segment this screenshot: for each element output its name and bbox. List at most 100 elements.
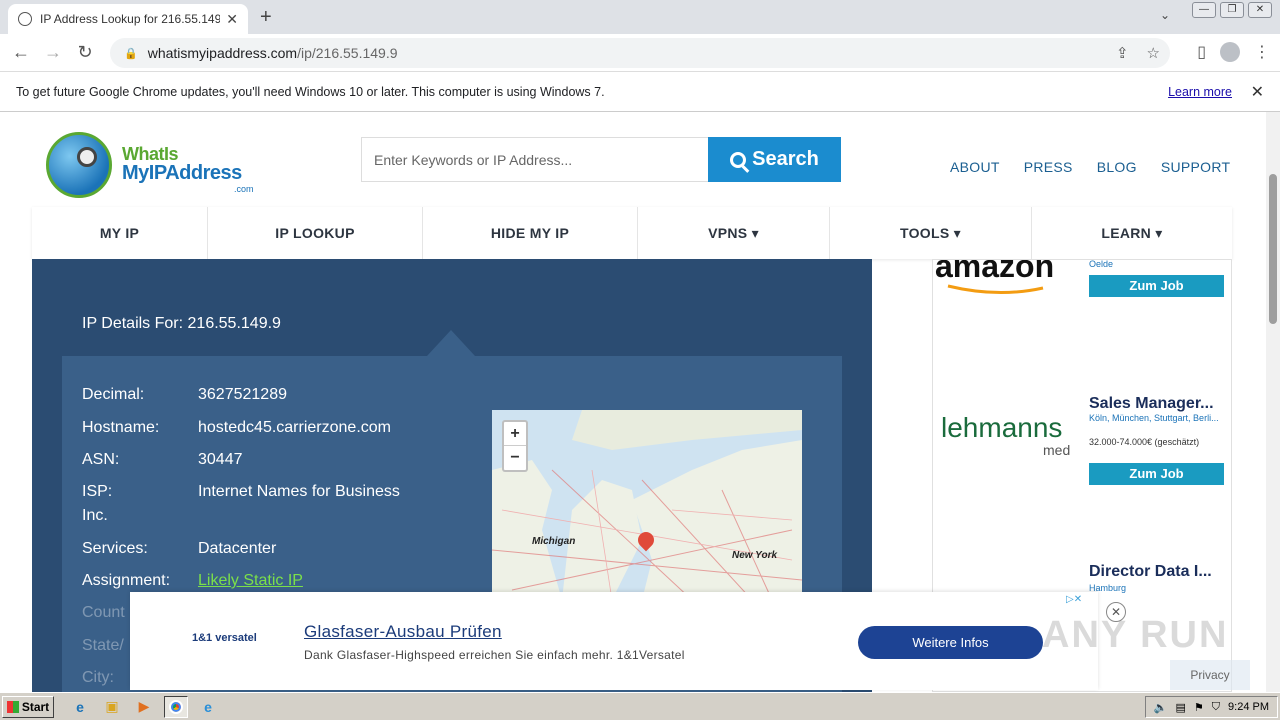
windows-taskbar: Start e ▣ ▶ e 🔈 ▤ ⚑ ⛉ 9:24 PM xyxy=(0,692,1280,720)
value-asn: 30447 xyxy=(198,451,243,468)
logo-text-myipaddress: MyIPAddress xyxy=(122,162,242,184)
nav-hide-my-ip[interactable]: HIDE MY IP xyxy=(423,207,638,259)
screen: IP Address Lookup for 216.55.149.9 ✕ + ⌄… xyxy=(0,0,1280,720)
profile-avatar[interactable] xyxy=(1220,42,1240,62)
shield-icon[interactable]: ⛉ xyxy=(1212,701,1220,714)
clock[interactable]: 9:24 PM xyxy=(1228,701,1269,713)
url-path: /ip/216.55.149.9 xyxy=(297,45,398,61)
label-services: Services: xyxy=(82,540,148,557)
zoom-in-button[interactable]: + xyxy=(504,422,526,446)
adchoices-icon[interactable]: ▷✕ xyxy=(1066,594,1098,608)
system-tray: 🔈 ▤ ⚑ ⛉ 9:24 PM xyxy=(1144,696,1278,718)
menu-kebab-icon[interactable]: ⋮ xyxy=(1254,42,1270,62)
link-support[interactable]: SUPPORT xyxy=(1161,159,1231,175)
flag-icon[interactable]: ⚑ xyxy=(1194,701,1204,714)
value-services: Datacenter xyxy=(198,540,277,557)
zoom-out-button[interactable]: − xyxy=(504,446,526,470)
url-host: whatismyipaddress.com xyxy=(147,45,298,61)
volume-icon[interactable]: 🔈 xyxy=(1154,701,1168,714)
learn-more-link[interactable]: Learn more xyxy=(1168,85,1232,99)
tab-search-icon[interactable]: ⌄ xyxy=(1160,8,1170,22)
bottom-banner-ad[interactable]: 1&1 versatel Glasfaser-Ausbau Prüfen Dan… xyxy=(130,592,1098,690)
privacy-badge[interactable]: Privacy xyxy=(1170,660,1250,690)
restore-button[interactable]: ❐ xyxy=(1220,2,1244,18)
location-map[interactable]: + − Michigan New York xyxy=(492,410,802,600)
new-tab-button[interactable]: + xyxy=(260,6,272,29)
omnibox-actions: ⇪ ☆ xyxy=(1116,44,1160,62)
weitere-infos-button[interactable]: Weitere Infos xyxy=(858,626,1043,659)
map-zoom-control: + − xyxy=(502,420,528,472)
close-window-button[interactable]: ✕ xyxy=(1248,2,1272,18)
chrome-icon[interactable] xyxy=(164,695,188,718)
nav-ip-lookup[interactable]: IP LOOKUP xyxy=(208,207,423,259)
nav-vpns[interactable]: VPNS ▾ xyxy=(638,207,830,259)
infobar-close-icon[interactable]: ✕ xyxy=(1251,82,1264,102)
start-button[interactable]: Start xyxy=(2,695,54,718)
label-isp: ISP: xyxy=(82,483,113,500)
tab-close-icon[interactable]: ✕ xyxy=(226,11,238,28)
map-label-newyork: New York xyxy=(732,550,778,561)
media-player-icon[interactable]: ▶ xyxy=(132,696,156,718)
nav-learn[interactable]: LEARN ▾ xyxy=(1032,207,1232,259)
search-icon xyxy=(730,151,747,168)
zum-job-button-2[interactable]: Zum Job xyxy=(1089,463,1224,485)
search-button-label: Search xyxy=(752,148,819,170)
ad-description: Dank Glasfaser-Highspeed erreichen Sie e… xyxy=(304,648,685,662)
edge-icon[interactable]: e xyxy=(196,696,220,718)
browser-tabbar: IP Address Lookup for 216.55.149.9 ✕ + ⌄… xyxy=(0,0,1280,34)
link-blog[interactable]: BLOG xyxy=(1097,159,1137,175)
nav-tools[interactable]: TOOLS ▾ xyxy=(830,207,1032,259)
window-controls: — ❐ ✕ xyxy=(1192,2,1272,18)
label-assignment: Assignment: xyxy=(82,572,171,589)
minimize-button[interactable]: — xyxy=(1192,2,1216,18)
label-decimal: Decimal: xyxy=(82,386,145,403)
value-assignment-link[interactable]: Likely Static IP xyxy=(198,572,303,590)
lehmanns-logo: lehmanns xyxy=(941,412,1063,443)
forward-icon[interactable]: → xyxy=(42,42,64,63)
amazon-logo: amazon xyxy=(935,259,1055,284)
share-icon[interactable]: ⇪ xyxy=(1116,44,1129,62)
link-about[interactable]: ABOUT xyxy=(950,159,1000,175)
ad-salary-2: 32.000-74.000€ (geschätzt) xyxy=(1089,437,1200,447)
globe-logo-icon xyxy=(46,132,112,198)
value-isp-cont: Inc. xyxy=(82,507,108,524)
zum-job-button-1[interactable]: Zum Job xyxy=(1089,275,1224,297)
ie-icon[interactable]: e xyxy=(68,696,92,718)
value-hostname: hostedc45.carrierzone.com xyxy=(198,419,391,436)
ad-title-2: Sales Manager... xyxy=(1089,395,1214,412)
details-heading: IP Details For: 216.55.149.9 xyxy=(82,315,281,332)
ad-title-3: Director Data I... xyxy=(1089,563,1212,580)
globe-icon xyxy=(18,12,32,26)
value-isp: Internet Names for Business xyxy=(198,483,400,500)
sidepanel-icon[interactable]: ▯ xyxy=(1197,42,1206,62)
ad-location-1: Oelde xyxy=(1089,259,1114,269)
reload-icon[interactable]: ↻ xyxy=(74,42,96,63)
ad-location-2: Köln, München, Stuttgart, Berli... xyxy=(1089,413,1219,423)
value-decimal: 3627521289 xyxy=(198,386,287,403)
versatel-logo: 1&1 versatel xyxy=(192,632,257,644)
logo-text-com: .com xyxy=(234,184,254,194)
explorer-folder-icon[interactable]: ▣ xyxy=(100,696,124,718)
panel-notch xyxy=(427,330,475,356)
back-icon[interactable]: ← xyxy=(10,42,32,63)
page-scrollbar[interactable] xyxy=(1266,112,1280,692)
tab-title: IP Address Lookup for 216.55.149.9 xyxy=(40,12,221,26)
update-infobar: To get future Google Chrome updates, you… xyxy=(0,72,1280,112)
network-icon[interactable]: ▤ xyxy=(1176,701,1186,714)
label-asn: ASN: xyxy=(82,451,120,468)
scrollbar-thumb[interactable] xyxy=(1269,174,1277,324)
amazon-smile-icon xyxy=(947,284,1044,294)
link-press[interactable]: PRESS xyxy=(1024,159,1073,175)
site-logo[interactable]: WhatIs MyIPAddress .com xyxy=(46,132,256,202)
infobar-message: To get future Google Chrome updates, you… xyxy=(16,84,605,99)
search-button[interactable]: Search xyxy=(708,137,841,182)
address-bar[interactable]: 🔒 whatismyipaddress.com/ip/216.55.149.9 … xyxy=(110,38,1170,68)
ad-headline[interactable]: Glasfaser-Ausbau Prüfen xyxy=(304,622,502,642)
search-placeholder: Enter Keywords or IP Address... xyxy=(374,151,573,168)
bookmark-star-icon[interactable]: ☆ xyxy=(1147,44,1160,62)
top-links: ABOUT PRESS BLOG SUPPORT xyxy=(950,159,1230,175)
search-input[interactable]: Enter Keywords or IP Address... xyxy=(361,137,709,182)
browser-tab[interactable]: IP Address Lookup for 216.55.149.9 ✕ xyxy=(8,4,248,34)
map-background xyxy=(492,410,802,600)
nav-my-ip[interactable]: MY IP xyxy=(32,207,208,259)
